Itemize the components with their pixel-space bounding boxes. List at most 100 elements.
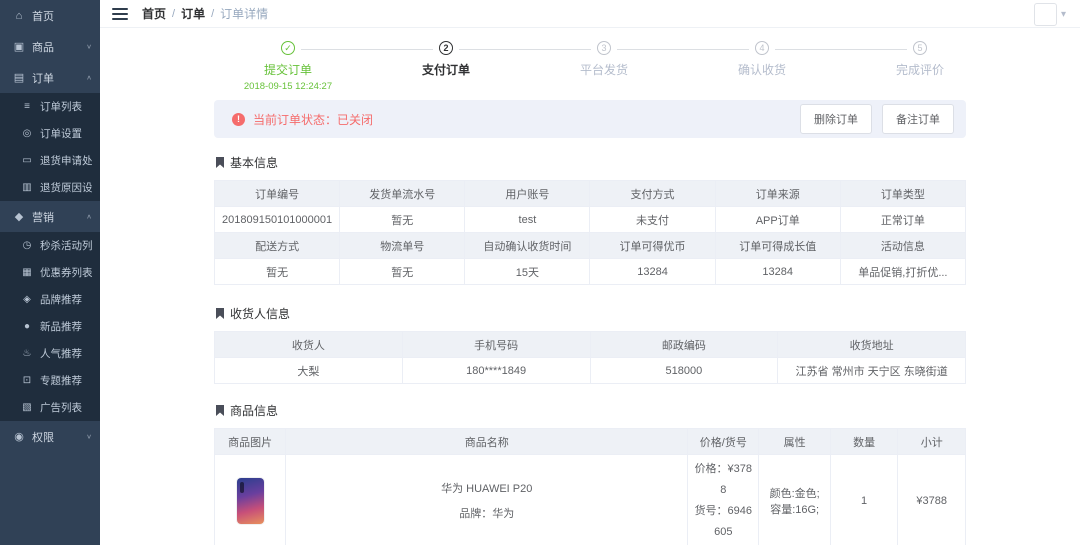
bookmark-icon: [216, 157, 224, 168]
auto-confirm-days: 15天: [465, 259, 590, 285]
app-window: ⌂ 首页 ▣ 商品 ∨ ▤ 订单 ∧ ≡ 订单列表 ◎ 订单设置 ▭ 退货申请处…: [0, 0, 1080, 545]
bookmark-icon: [216, 308, 224, 319]
step-title: 提交订单: [209, 61, 367, 78]
basic-info-section: 基本信息 订单编号 发货单流水号 用户账号 支付方式 订单来源 订单类型 201…: [214, 154, 966, 285]
sidebar-item-label: 首页: [32, 8, 92, 24]
chevron-up-icon: ∧: [86, 213, 92, 220]
bookmark-icon: [216, 405, 224, 416]
breadcrumb-home[interactable]: 首页: [142, 5, 166, 22]
section-title-text: 基本信息: [230, 154, 278, 171]
activity-info: 单品促销,打折优...: [840, 259, 965, 285]
order-growth: 13284: [715, 259, 840, 285]
shipping-serial: 暂无: [340, 207, 465, 233]
section-title-product-info: 商品信息: [216, 402, 966, 419]
return-reason-icon: ▥: [20, 182, 34, 193]
step-title: 支付订单: [367, 61, 525, 78]
step-timestamp: [841, 81, 999, 93]
column-header: 数量: [830, 429, 898, 455]
sidebar-item-return-requests[interactable]: ▭ 退货申请处理: [0, 147, 100, 174]
sidebar-item-label: 秒杀活动列表: [40, 238, 92, 253]
sidebar-item-orders[interactable]: ▤ 订单 ∧: [0, 62, 100, 93]
sidebar-item-new-product-recommend[interactable]: ● 新品推荐: [0, 313, 100, 340]
product-info-section: 商品信息 商品图片 商品名称 价格/货号 属性 数量: [214, 402, 966, 545]
column-header: 收货人: [215, 332, 403, 358]
topbar: 首页 / 订单 / 订单详情 ▾: [100, 0, 1080, 28]
step-confirm-receipt: 4 确认收货: [683, 41, 841, 93]
step-pay-order: 2 支付订单: [367, 41, 525, 93]
order-status-text: 当前订单状态：已关闭: [253, 111, 790, 128]
clock-icon: ◷: [20, 240, 34, 251]
sidebar-item-home[interactable]: ⌂ 首页: [0, 0, 100, 31]
list-icon: ≡: [20, 101, 34, 112]
product-subtotal: ¥3788: [898, 455, 966, 545]
page-content: ✓ 提交订单 2018-09-15 12:24:27 2 支付订单 3 平台发货: [100, 28, 1080, 545]
sidebar-item-order-settings[interactable]: ◎ 订单设置: [0, 120, 100, 147]
order-coins: 13284: [590, 259, 715, 285]
step-complete-review: 5 完成评价: [841, 41, 999, 93]
sidebar-item-label: 专题推荐: [40, 373, 92, 388]
sidebar-item-popular-recommend[interactable]: ♨ 人气推荐: [0, 340, 100, 367]
sidebar-item-order-list[interactable]: ≡ 订单列表: [0, 93, 100, 120]
delivery-method: 暂无: [215, 259, 340, 285]
column-header: 物流单号: [340, 233, 465, 259]
breadcrumb-orders[interactable]: 订单: [181, 5, 205, 22]
column-header: 属性: [759, 429, 830, 455]
sidebar-item-label: 优惠券列表: [40, 265, 92, 280]
sidebar-item-goods[interactable]: ▣ 商品 ∨: [0, 31, 100, 62]
step-title: 平台发货: [525, 61, 683, 78]
order-type: 正常订单: [840, 207, 965, 233]
step-number: 2: [439, 41, 453, 55]
column-header: 订单可得成长值: [715, 233, 840, 259]
column-header: 价格/货号: [688, 429, 759, 455]
note-order-button[interactable]: 备注订单: [882, 104, 954, 134]
section-title-text: 收货人信息: [230, 305, 290, 322]
sidebar-item-label: 退货原因设置: [40, 180, 92, 195]
table-header-row: 订单编号 发货单流水号 用户账号 支付方式 订单来源 订单类型: [215, 181, 966, 207]
sidebar-item-brand-recommend[interactable]: ◈ 品牌推荐: [0, 286, 100, 313]
hamburger-icon[interactable]: [112, 8, 128, 20]
sidebar-item-flash-sale-list[interactable]: ◷ 秒杀活动列表: [0, 232, 100, 259]
avatar: [1034, 3, 1057, 26]
sidebar-item-label: 品牌推荐: [40, 292, 92, 307]
gear-icon: ◎: [20, 128, 34, 139]
sidebar-item-coupon-list[interactable]: ▦ 优惠券列表: [0, 259, 100, 286]
avatar-dropdown[interactable]: ▾: [1034, 3, 1066, 26]
marketing-submenu: ◷ 秒杀活动列表 ▦ 优惠券列表 ◈ 品牌推荐 ● 新品推荐 ♨ 人气推荐 ⊡ …: [0, 232, 100, 421]
sidebar-item-return-reasons[interactable]: ▥ 退货原因设置: [0, 174, 100, 201]
sidebar-item-label: 广告列表: [40, 400, 92, 415]
sidebar-item-label: 营销: [32, 209, 86, 225]
product-attrs: 颜色:金色;容量:16G;: [759, 455, 830, 545]
breadcrumb: 首页 / 订单 / 订单详情: [142, 5, 268, 22]
home-icon: ⌂: [12, 10, 26, 22]
order-steps: ✓ 提交订单 2018-09-15 12:24:27 2 支付订单 3 平台发货: [209, 41, 999, 93]
table-row: 暂无 暂无 15天 13284 13284 单品促销,打折优...: [215, 259, 966, 285]
column-header: 支付方式: [590, 181, 715, 207]
order-status-alert: ! 当前订单状态：已关闭 删除订单 备注订单: [214, 100, 966, 138]
sidebar-item-permissions[interactable]: ◉ 权限 ∨: [0, 421, 100, 452]
main-area: 首页 / 订单 / 订单详情 ▾ ✓ 提交订单 2018-09-15 12:24…: [100, 0, 1080, 545]
sidebar: ⌂ 首页 ▣ 商品 ∨ ▤ 订单 ∧ ≡ 订单列表 ◎ 订单设置 ▭ 退货申请处…: [0, 0, 100, 545]
product-sku: 货号：6946605: [694, 501, 752, 543]
order-detail-card: ! 当前订单状态：已关闭 删除订单 备注订单 基本信息 订单编号 发货单流水号: [214, 100, 966, 545]
sidebar-item-ad-list[interactable]: ▧ 广告列表: [0, 394, 100, 421]
table-header-row: 配送方式 物流单号 自动确认收货时间 订单可得优币 订单可得成长值 活动信息: [215, 233, 966, 259]
step-title: 确认收货: [683, 61, 841, 78]
order-source: APP订单: [715, 207, 840, 233]
product-name: 华为 HUAWEI P20: [292, 480, 681, 496]
recipient-postcode: 518000: [590, 358, 778, 384]
step-timestamp: [525, 81, 683, 93]
bubble-icon: ●: [20, 321, 34, 332]
sidebar-item-label: 订单设置: [40, 126, 92, 141]
step-number: 3: [597, 41, 611, 55]
goods-icon: ▣: [12, 40, 26, 53]
delete-order-button[interactable]: 删除订单: [800, 104, 872, 134]
step-check-icon: ✓: [281, 41, 295, 55]
column-header: 邮政编码: [590, 332, 778, 358]
column-header: 手机号码: [402, 332, 590, 358]
step-timestamp: [683, 81, 841, 93]
warning-icon: !: [232, 113, 245, 126]
sidebar-item-topic-recommend[interactable]: ⊡ 专题推荐: [0, 367, 100, 394]
sidebar-item-marketing[interactable]: ◆ 营销 ∧: [0, 201, 100, 232]
product-qty: 1: [830, 455, 898, 545]
sidebar-item-label: 新品推荐: [40, 319, 92, 334]
